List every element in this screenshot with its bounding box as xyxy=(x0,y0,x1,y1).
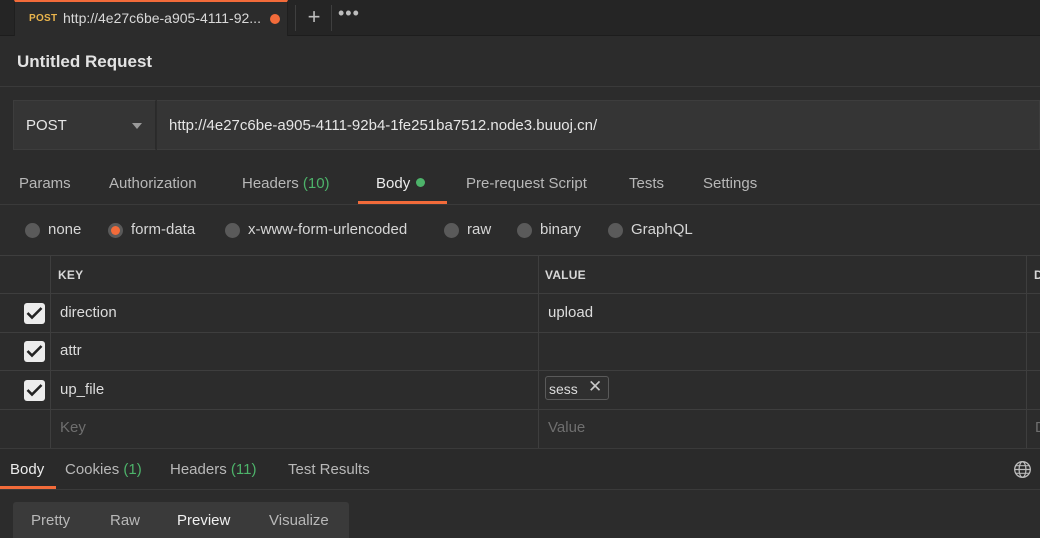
tab-title: http://4e27c6be-a905-4111-92... xyxy=(63,10,261,26)
column-header-description: D xyxy=(1034,268,1040,282)
row-key[interactable]: direction xyxy=(60,304,117,321)
unsaved-dot-icon xyxy=(270,14,280,24)
radio-label: x-www-form-urlencoded xyxy=(248,221,408,238)
radio-label: none xyxy=(48,221,82,238)
tab-label: Authorization xyxy=(109,175,197,192)
check-icon xyxy=(26,345,43,358)
radio-label: binary xyxy=(540,221,581,238)
tab-label: Cookies xyxy=(65,461,120,478)
check-icon xyxy=(26,307,43,320)
tab-label: Settings xyxy=(703,175,758,192)
tab-cookies[interactable]: Cookies (1) xyxy=(65,461,142,478)
row-checkbox[interactable] xyxy=(24,341,45,362)
view-mode-selector: Pretty Raw Preview Visualize xyxy=(13,502,349,538)
request-title[interactable]: Untitled Request xyxy=(17,52,152,72)
tab-response-body[interactable]: Body xyxy=(10,461,44,478)
url-input[interactable]: http://4e27c6be-a905-4111-92b4-1fe251ba7… xyxy=(157,100,1040,150)
close-icon[interactable]: ✕ xyxy=(588,377,602,397)
radio-circle xyxy=(444,223,459,238)
radio-label: raw xyxy=(467,221,492,238)
more-tabs-button[interactable]: ••• xyxy=(338,3,360,24)
value-input[interactable]: Value xyxy=(548,419,585,436)
tab-pre-request-script[interactable]: Pre-request Script xyxy=(466,175,587,192)
globe-icon[interactable] xyxy=(1013,460,1032,479)
file-chip: sess ✕ xyxy=(545,376,609,400)
request-tab[interactable]: POST http://4e27c6be-a905-4111-92... xyxy=(14,0,288,36)
row-checkbox[interactable] xyxy=(24,303,45,324)
radio-circle xyxy=(608,223,623,238)
chevron-down-icon xyxy=(132,123,142,129)
form-data-table: KEY VALUE D direction upload attr up_fil… xyxy=(0,255,1040,448)
url-text: http://4e27c6be-a905-4111-92b4-1fe251ba7… xyxy=(169,117,598,134)
view-raw-button[interactable]: Raw xyxy=(110,512,140,529)
tab-label: Body xyxy=(376,175,411,192)
row-checkbox[interactable] xyxy=(24,380,45,401)
new-tab-button[interactable]: + xyxy=(303,4,325,30)
file-name: sess xyxy=(549,381,578,397)
tab-authorization[interactable]: Authorization xyxy=(109,175,197,192)
key-input[interactable]: Key xyxy=(60,419,86,436)
tab-label: Tests xyxy=(629,175,665,192)
description-input[interactable]: D xyxy=(1035,419,1040,436)
table-border xyxy=(0,293,1040,294)
row-key[interactable]: up_file xyxy=(60,381,104,398)
divider xyxy=(331,5,332,31)
radio-circle xyxy=(25,223,40,238)
body-indicator-dot-icon xyxy=(416,178,426,187)
tab-label: Body xyxy=(10,461,45,478)
view-preview-button[interactable]: Preview xyxy=(177,512,230,529)
tab-headers[interactable]: Headers (10) xyxy=(242,175,330,192)
tab-strip: POST http://4e27c6be-a905-4111-92... + •… xyxy=(0,0,1040,36)
tab-method-badge: POST xyxy=(29,13,58,24)
headers-count: (11) xyxy=(230,461,257,478)
view-visualize-button[interactable]: Visualize xyxy=(269,512,329,529)
tab-settings[interactable]: Settings xyxy=(703,175,757,192)
response-tab-bar: Body Cookies (1) Headers (11) Test Resul… xyxy=(0,448,1040,490)
tab-label: Pre-request Script xyxy=(466,175,587,192)
divider xyxy=(0,204,1040,205)
column-header-key: KEY xyxy=(58,268,84,282)
radio-circle xyxy=(225,223,240,238)
divider xyxy=(0,86,1040,87)
tab-test-results[interactable]: Test Results xyxy=(288,461,370,478)
view-pretty-button[interactable]: Pretty xyxy=(31,512,70,529)
tab-body[interactable]: Body xyxy=(376,175,426,192)
table-border xyxy=(0,332,1040,333)
method-label: POST xyxy=(26,117,67,134)
radio-label: form-data xyxy=(131,221,196,238)
table-border xyxy=(0,255,1040,256)
tab-params[interactable]: Params xyxy=(19,175,71,192)
cookies-count: (1) xyxy=(123,461,142,478)
method-select[interactable]: POST xyxy=(13,100,156,150)
radio-label: GraphQL xyxy=(631,221,693,238)
column-header-value: VALUE xyxy=(545,268,586,282)
divider xyxy=(295,5,296,31)
tab-tests[interactable]: Tests xyxy=(629,175,664,192)
row-key[interactable]: attr xyxy=(60,342,82,359)
tab-label: Headers xyxy=(242,175,299,192)
table-border xyxy=(0,409,1040,410)
check-icon xyxy=(26,384,43,397)
table-border xyxy=(1026,255,1027,448)
table-border xyxy=(538,255,539,448)
row-value[interactable]: upload xyxy=(548,304,593,321)
table-border xyxy=(0,370,1040,371)
active-tab-underline xyxy=(0,486,56,489)
tab-label: Test Results xyxy=(288,461,370,478)
table-border xyxy=(50,255,51,448)
tab-label: Params xyxy=(19,175,71,192)
radio-circle xyxy=(517,223,532,238)
tab-response-headers[interactable]: Headers (11) xyxy=(170,461,256,478)
headers-count: (10) xyxy=(302,175,330,192)
tab-label: Headers xyxy=(170,461,227,478)
radio-circle-selected xyxy=(108,223,123,238)
